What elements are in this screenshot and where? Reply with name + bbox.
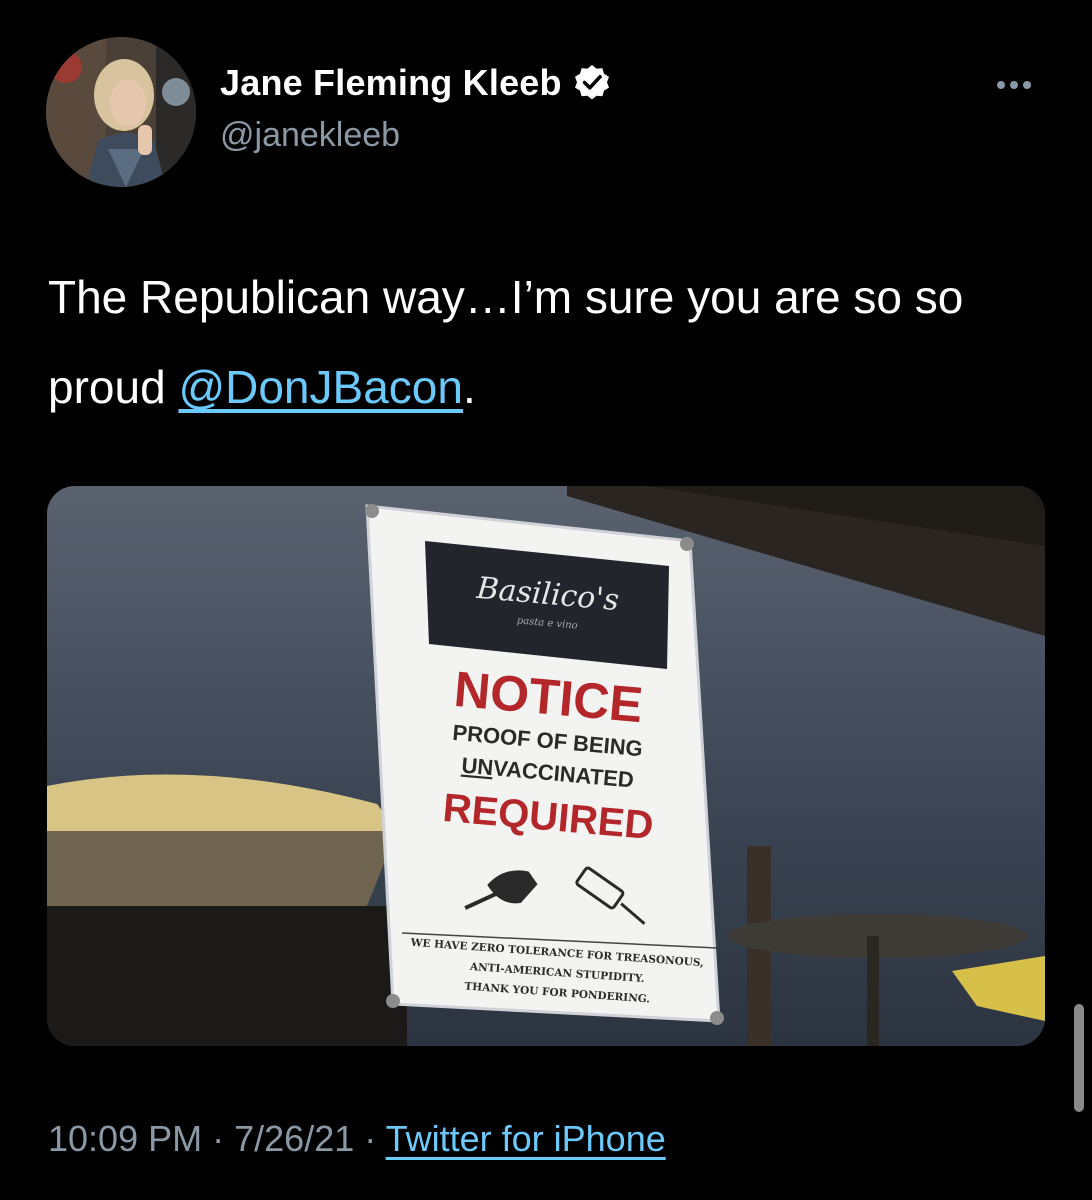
scrollbar[interactable] <box>1074 1004 1084 1112</box>
photo-scene: Basilico's pasta e vino NOTICE PROOF OF … <box>47 486 1045 1046</box>
tweet-source-link[interactable]: Twitter for iPhone <box>386 1118 666 1159</box>
meta-separator: · <box>364 1118 377 1159</box>
author-name-row[interactable]: Jane Fleming Kleeb <box>220 62 612 104</box>
tweet-text-end: . <box>462 361 476 413</box>
more-options-button[interactable] <box>984 70 1044 100</box>
author-handle[interactable]: @janekleeb <box>220 116 400 155</box>
notice-sign: Basilico's pasta e vino NOTICE PROOF OF … <box>365 504 724 1025</box>
tweet-meta-row: 10:09 PM · 7/26/21 · Twitter for iPhone <box>48 1118 666 1160</box>
sign-line-2-underlined: UN <box>461 753 495 781</box>
tweet-date: 7/26/21 <box>234 1118 355 1159</box>
more-horizontal-icon <box>997 81 1031 89</box>
avatar-image <box>46 37 196 187</box>
avatar[interactable] <box>46 37 196 187</box>
tweet-text: The Republican way…I’m sure you are so s… <box>48 252 1048 432</box>
meta-separator: · <box>212 1118 225 1159</box>
tweet-media-photo[interactable]: Basilico's pasta e vino NOTICE PROOF OF … <box>47 486 1045 1046</box>
author-display-name[interactable]: Jane Fleming Kleeb <box>220 62 562 104</box>
verified-badge-icon <box>574 65 609 100</box>
mention-link[interactable]: @DonJBacon <box>178 361 463 413</box>
tweet-time: 10:09 PM <box>48 1118 203 1159</box>
